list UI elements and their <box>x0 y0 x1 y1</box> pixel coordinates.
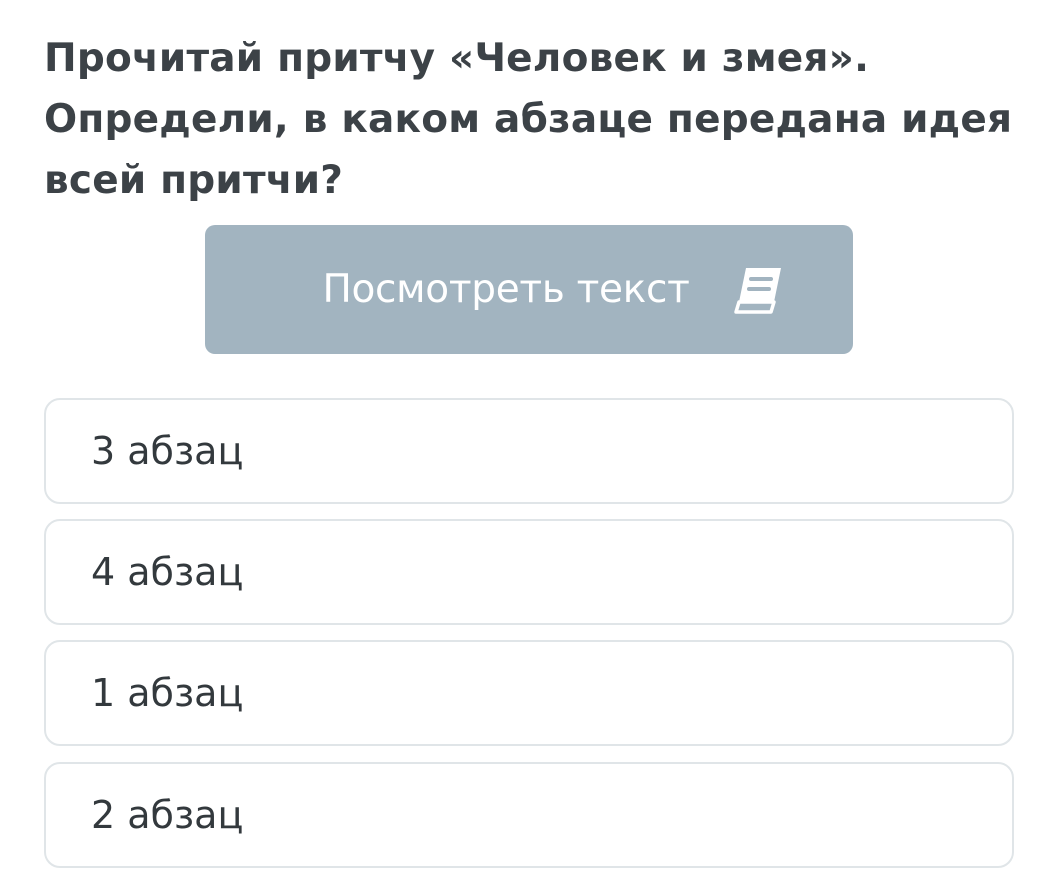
answer-option-label: 4 абзац <box>91 550 244 594</box>
answer-option-label: 3 абзац <box>91 429 244 473</box>
question-text: Прочитай притчу «Человек и змея». Опреде… <box>44 36 1013 203</box>
view-text-button[interactable]: Посмотреть текст <box>205 225 853 354</box>
answer-option-2[interactable]: 4 абзац <box>44 519 1014 625</box>
answer-option-1[interactable]: 3 абзац <box>44 398 1014 504</box>
book-icon <box>733 267 781 314</box>
answer-option-4[interactable]: 2 абзац <box>44 762 1014 868</box>
answer-option-label: 1 абзац <box>91 671 244 715</box>
view-text-button-label: Посмотреть текст <box>322 267 690 312</box>
answer-option-label: 2 абзац <box>91 793 244 837</box>
answer-option-3[interactable]: 1 абзац <box>44 640 1014 746</box>
